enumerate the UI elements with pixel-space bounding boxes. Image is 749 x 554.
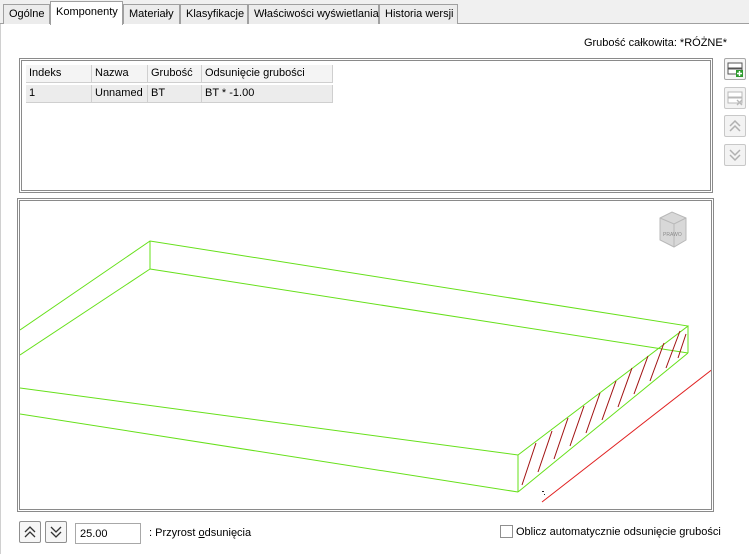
column-header-grubosc[interactable]: Grubość — [148, 65, 202, 83]
delete-row-button[interactable] — [724, 87, 746, 109]
reference-line — [541, 369, 711, 503]
viewcube-icon[interactable]: PRAWO — [659, 211, 687, 248]
move-up-icon — [24, 526, 36, 538]
move-down-icon — [50, 526, 62, 538]
add-row-icon — [727, 62, 743, 77]
move-down-icon — [729, 149, 741, 162]
tab-historia-wersji[interactable]: Historia wersji — [379, 4, 458, 24]
auto-offset-label[interactable]: Oblicz automatycznie odsunięcie grubości — [516, 526, 721, 538]
preview-viewport[interactable]: PRAWO — [17, 198, 714, 512]
offset-increment-input[interactable] — [75, 523, 141, 544]
move-up-icon — [729, 119, 741, 132]
cell-grubosc[interactable]: BT — [148, 85, 202, 103]
section-hatch — [521, 330, 687, 486]
tab-wlasciwosci-wyswietlania[interactable]: Właściwości wyświetlania — [248, 4, 379, 24]
delete-row-icon — [727, 91, 743, 106]
offset-label-rest: dsunięcia — [204, 527, 252, 539]
tab-materialy[interactable]: Materiały — [123, 4, 180, 24]
tab-bar: Ogólne Komponenty Materiały Klasyfikacje… — [0, 0, 749, 25]
components-table: Indeks Nazwa Grubość Odsunięcie grubości… — [19, 58, 713, 193]
increment-down-button[interactable] — [45, 521, 67, 543]
column-header-indeks[interactable]: Indeks — [26, 65, 92, 83]
cell-odsuniecie[interactable]: BT * -1.00 — [202, 85, 333, 103]
table-row[interactable]: 1 Unnamed BT BT * -1.00 — [26, 85, 356, 103]
grip-points — [542, 491, 545, 495]
add-row-button[interactable] — [724, 58, 746, 80]
column-header-nazwa[interactable]: Nazwa — [92, 65, 148, 83]
increment-up-button[interactable] — [19, 521, 41, 543]
total-thickness-label: Grubość całkowita: *RÓŻNE* — [583, 37, 727, 49]
slab-outline — [20, 240, 690, 493]
viewcube-label: PRAWO — [663, 232, 682, 238]
offset-increment-label: : Przyrost odsunięcia — [149, 527, 251, 539]
cell-nazwa[interactable]: Unnamed — [92, 85, 148, 103]
tab-komponenty[interactable]: Komponenty — [50, 1, 123, 25]
tab-ogolne[interactable]: Ogólne — [3, 4, 50, 24]
cell-indeks[interactable]: 1 — [26, 85, 92, 103]
table-header-row: Indeks Nazwa Grubość Odsunięcie grubości — [26, 65, 356, 83]
tab-klasyfikacje[interactable]: Klasyfikacje — [180, 4, 248, 24]
offset-label-prefix: : Przyrost — [149, 527, 199, 539]
slab-preview: PRAWO — [20, 211, 711, 503]
move-down-button[interactable] — [724, 144, 746, 166]
move-up-button[interactable] — [724, 115, 746, 137]
column-header-odsuniecie[interactable]: Odsunięcie grubości — [202, 65, 333, 83]
auto-offset-checkbox[interactable] — [500, 525, 513, 538]
